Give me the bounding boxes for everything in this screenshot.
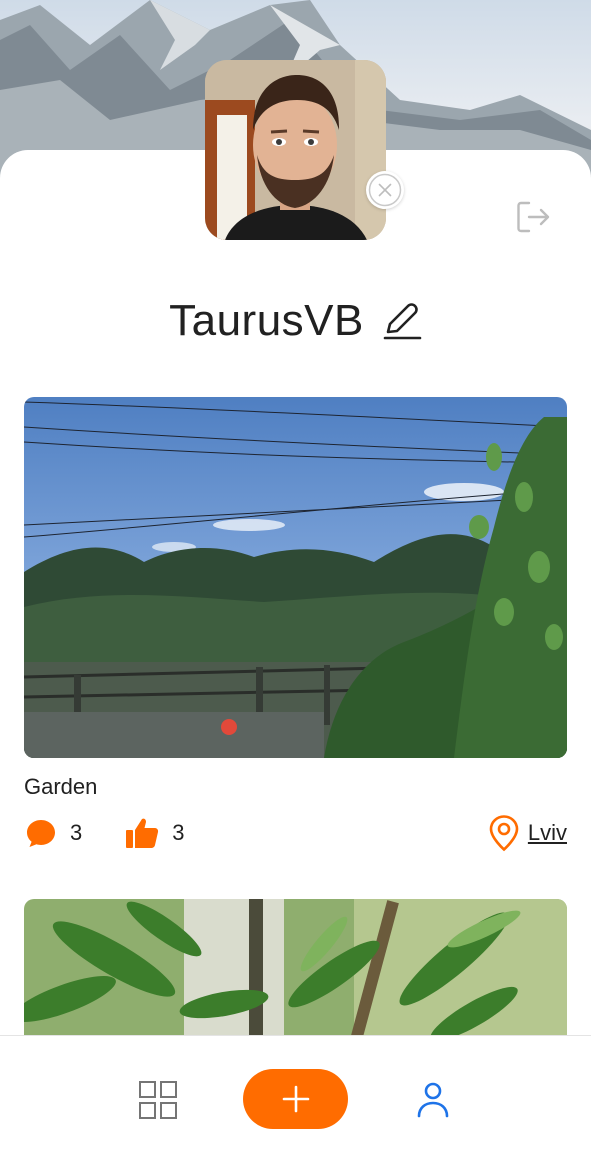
tab-profile[interactable] [414,1080,452,1120]
tab-posts[interactable] [138,1080,178,1120]
bottom-tab-bar [0,1035,591,1151]
post-image[interactable] [24,397,567,758]
location-link[interactable]: Lviv [488,814,567,852]
location-label: Lviv [527,820,567,845]
likes-count: 3 [172,820,185,845]
create-post-button[interactable] [243,1069,348,1129]
grid-icon [139,1081,177,1119]
post-stats: 3 3 Lviv [24,813,567,853]
user-icon [417,1082,449,1118]
comment-bubble-icon [27,820,55,847]
likes-button[interactable]: 3 [124,816,185,850]
logout-icon [517,201,550,233]
profile-avatar [205,60,386,240]
plus-icon [282,1085,309,1113]
pencil-icon[interactable] [382,301,422,341]
post-image[interactable] [24,899,567,1039]
comments-count: 3 [70,820,83,845]
username-row: TaurusVB [0,290,591,352]
comments-button[interactable]: 3 [24,816,82,850]
logout-button[interactable] [514,199,552,235]
remove-avatar-button[interactable] [366,171,404,209]
post-title: Garden [24,774,98,799]
thumbs-up-icon [126,818,159,848]
close-circle-icon [368,173,402,207]
username: TaurusVB [169,296,364,345]
map-pin-icon [489,815,519,852]
